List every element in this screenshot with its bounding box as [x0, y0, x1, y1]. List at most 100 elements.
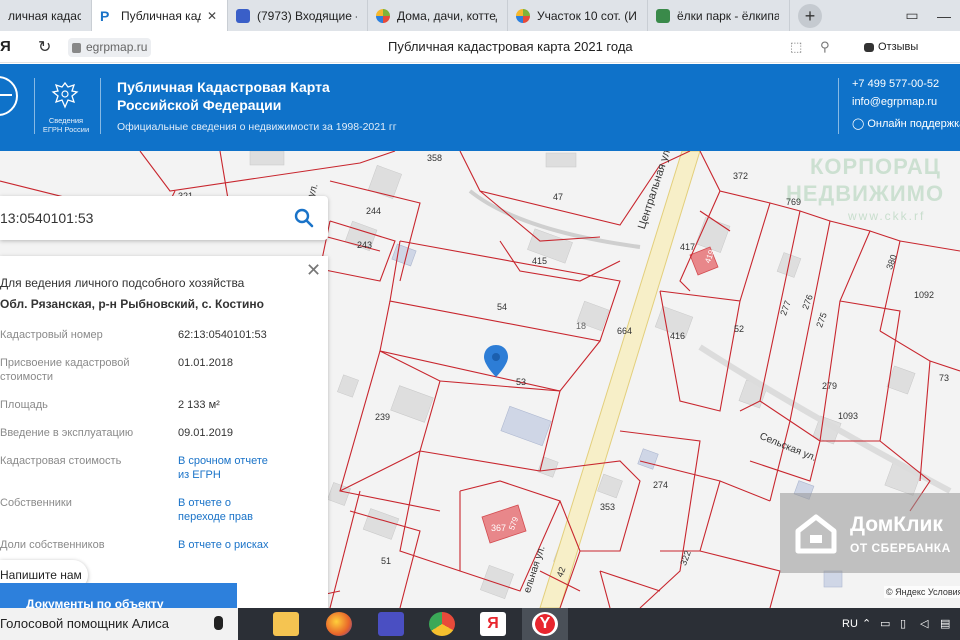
yandex-browser-icon[interactable]: Y	[532, 612, 558, 636]
parcel-number[interactable]: 53	[516, 377, 526, 387]
parcel-number[interactable]: 417	[680, 242, 695, 252]
support-label: Онлайн поддержка	[867, 118, 960, 130]
urgent-report-link[interactable]: В срочном отчете из ЕГРН	[178, 454, 278, 482]
phone-link[interactable]: +7 499 577-00-52	[852, 78, 939, 90]
eagle-emblem-icon	[51, 81, 79, 109]
site-title[interactable]: Публичная Кадастровая Карта Российской Ф…	[117, 78, 377, 114]
parcel-number[interactable]: 243	[357, 240, 372, 250]
header-divider	[100, 78, 101, 134]
parcel-number[interactable]: 372	[733, 171, 748, 181]
url-text: egrpmap.ru	[86, 40, 148, 54]
email-link[interactable]: info@egrpmap.ru	[852, 96, 937, 108]
parcel-number[interactable]: 416	[670, 331, 685, 341]
parcel-number[interactable]: 1092	[914, 290, 934, 300]
info-value: 62:13:0540101:53	[178, 329, 267, 341]
battery-icon[interactable]: ▯	[900, 608, 906, 640]
extension-icon[interactable]: ⬚	[790, 39, 802, 55]
address-bar: Я ↻ egrpmap.ru Публичная кадастровая кар…	[0, 31, 960, 63]
parcel-number[interactable]: 54	[497, 302, 507, 312]
parcel-number[interactable]: 18	[576, 321, 586, 331]
page-title: Публичная кадастровая карта 2021 года	[388, 39, 633, 54]
parcel-number[interactable]: 274	[653, 480, 668, 490]
parcel-address: Обл. Рязанская, р-н Рыбновский, с. Кости…	[0, 297, 265, 311]
bookmarks-icon[interactable]: ▭	[896, 0, 928, 31]
map-copyright[interactable]: © Яндекс Условия	[884, 586, 960, 598]
lock-icon	[72, 42, 81, 53]
parcel-number[interactable]: 73	[939, 373, 949, 383]
parcel-number[interactable]: 1093	[838, 411, 858, 421]
egrpmap-favicon-icon: Р	[100, 7, 110, 24]
domklik-title: ДомКлик	[850, 513, 943, 536]
alice-label: Голосовой помощник Алиса	[0, 616, 169, 631]
globe-logo-icon[interactable]	[0, 76, 18, 116]
parcel-number[interactable]: 664	[617, 326, 632, 336]
parcel-number[interactable]: 47	[553, 192, 563, 202]
location-icon[interactable]: ⚲	[820, 39, 830, 55]
parcel-number[interactable]: 244	[366, 206, 381, 216]
firefox-icon[interactable]	[326, 612, 352, 636]
new-tab-button[interactable]: +	[798, 4, 822, 28]
parcel-number[interactable]: 239	[375, 412, 390, 422]
browser-tab[interactable]: (7973) Входящие - П	[228, 0, 368, 31]
watermark-line: НЕДВИЖИМО	[786, 181, 945, 206]
browser-tab-active[interactable]: Р Публичная кадаст ✕	[92, 0, 228, 31]
cadastral-search-input[interactable]	[0, 196, 280, 240]
parcel-number[interactable]: 367	[491, 523, 506, 533]
minimize-icon[interactable]: —	[928, 0, 960, 31]
volume-icon[interactable]: ◁	[920, 608, 928, 640]
watermark-line: КОРПОРАЦ	[810, 154, 941, 179]
tab-label: личная кадастро	[8, 8, 81, 23]
parcel-number[interactable]: 353	[600, 502, 615, 512]
info-value: 2 133 м²	[178, 399, 220, 411]
map-location-pin-icon	[484, 345, 508, 377]
reviews-label: Отзывы	[878, 41, 919, 53]
info-key: Кадастровый номер	[0, 329, 103, 341]
parcel-number[interactable]: 279	[822, 381, 837, 391]
tab-label: ёлки парк - ёлкипар	[677, 8, 779, 23]
header-divider	[34, 78, 35, 134]
browser-tab[interactable]: Участок 10 сот. (ИЖС	[508, 0, 648, 31]
close-icon[interactable]: ✕	[306, 261, 321, 279]
chrome-icon[interactable]	[429, 612, 455, 636]
reload-icon[interactable]: ↻	[38, 37, 51, 57]
domklik-watermark: ДомКлик ОТ СБЕРБАНКА	[780, 493, 960, 573]
browser-tab[interactable]: ёлки парк - ёлкипар	[648, 0, 790, 31]
microphone-icon[interactable]	[214, 616, 223, 630]
close-tab-icon[interactable]: ✕	[207, 9, 217, 23]
info-key: Присвоение кадастровой стоимости	[0, 357, 130, 383]
parcel-number[interactable]: 52	[734, 324, 744, 334]
os-taskbar: Голосовой помощник Алиса Я Y RU ⌃ ▭ ▯ ◁ …	[0, 608, 960, 640]
info-key: Площадь	[0, 399, 48, 411]
ownership-report-link[interactable]: В отчете о переходе прав	[178, 496, 278, 524]
site-subtitle: Официальные сведения о недвижимости за 1…	[117, 121, 397, 133]
info-value: 09.01.2019	[178, 427, 234, 439]
file-explorer-icon[interactable]	[273, 612, 299, 636]
language-indicator[interactable]: RU	[842, 608, 858, 640]
online-support-link[interactable]: ◯ Онлайн поддержка	[852, 117, 960, 130]
parcel-number[interactable]: 51	[381, 556, 391, 566]
parcel-number[interactable]: 358	[427, 153, 442, 163]
info-key: Введение в эксплуатацию	[0, 427, 134, 439]
tray-chevron-icon[interactable]: ⌃	[862, 608, 871, 640]
tab-label: (7973) Входящие - П	[257, 8, 357, 23]
info-value: 01.01.2018	[178, 357, 234, 369]
network-icon[interactable]: ▭	[880, 608, 890, 640]
yandex-logo[interactable]: Я	[0, 38, 11, 55]
alice-voice-assistant[interactable]: Голосовой помощник Алиса	[0, 608, 238, 640]
save-app-icon[interactable]	[378, 612, 404, 636]
browser-tab[interactable]: личная кадастро	[0, 0, 92, 31]
tab-label: Дома, дачи, коттедж	[397, 8, 497, 23]
tab-label: Участок 10 сот. (ИЖС	[537, 8, 637, 23]
yandex-app-icon[interactable]: Я	[480, 612, 506, 636]
domklik-subtitle: ОТ СБЕРБАНКА	[850, 541, 951, 555]
browser-tab-bar: личная кадастро Р Публичная кадаст ✕ (79…	[0, 0, 960, 31]
watermark-line: www.ckk.rf	[848, 209, 926, 223]
reviews-button[interactable]: Отзывы	[858, 37, 924, 57]
url-field[interactable]: egrpmap.ru	[68, 38, 152, 57]
notification-icon[interactable]: ▤	[940, 608, 950, 640]
parcel-number[interactable]: 415	[532, 256, 547, 266]
search-icon[interactable]	[294, 208, 314, 228]
risk-report-link[interactable]: В отчете о рисках	[178, 538, 269, 552]
speech-bubble-icon	[864, 42, 874, 52]
browser-tab[interactable]: Дома, дачи, коттедж	[368, 0, 508, 31]
